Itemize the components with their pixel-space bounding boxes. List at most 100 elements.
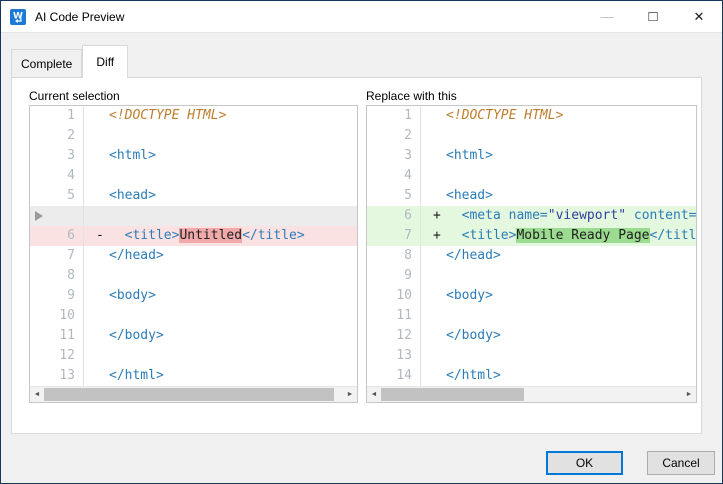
code-segment: name= bbox=[509, 208, 548, 223]
code-segment: </title> bbox=[242, 228, 305, 243]
code-line bbox=[84, 166, 357, 186]
code-segment bbox=[626, 208, 634, 223]
code-line: </body> bbox=[84, 326, 357, 346]
tab-diff[interactable]: Diff bbox=[82, 45, 128, 78]
code-segment: </html> bbox=[109, 368, 164, 383]
code-line bbox=[84, 126, 357, 146]
code-segment: <!DOCTYPE HTML> bbox=[446, 108, 563, 123]
code-line: <body> bbox=[84, 286, 357, 306]
line-number: 6 bbox=[367, 206, 421, 226]
code-segment: </head> bbox=[109, 248, 164, 263]
code-row: 14</html> bbox=[367, 366, 696, 386]
code-row: 10 bbox=[30, 306, 357, 326]
code-line bbox=[421, 266, 696, 286]
line-number: 11 bbox=[30, 326, 84, 346]
close-icon[interactable]: ✕ bbox=[676, 1, 722, 33]
line-number: 9 bbox=[367, 266, 421, 286]
scroll-right-icon[interactable]: ► bbox=[682, 387, 696, 402]
code-row: 6+ <meta name="viewport" content=" bbox=[367, 206, 696, 226]
line-number bbox=[30, 206, 84, 226]
code-segment: </html> bbox=[446, 368, 501, 383]
replace-with-code-panel[interactable]: 1<!DOCTYPE HTML>23<html>45<head>6+ <meta… bbox=[366, 105, 697, 403]
code-segment: Mobile Ready Page bbox=[516, 228, 649, 243]
code-rows: 1<!DOCTYPE HTML>23<html>45<head>6+ <meta… bbox=[367, 106, 696, 386]
code-segment bbox=[446, 228, 462, 243]
code-segment: <body> bbox=[109, 288, 156, 303]
code-line bbox=[84, 346, 357, 366]
code-line: <head> bbox=[84, 186, 357, 206]
code-segment: "viewport" bbox=[548, 208, 626, 223]
replace-with-label: Replace with this bbox=[366, 89, 457, 103]
tab-bar: Complete Diff bbox=[11, 45, 128, 78]
code-line: + <meta name="viewport" content=" bbox=[421, 206, 696, 226]
code-row: 2 bbox=[30, 126, 357, 146]
line-number: 6 bbox=[30, 226, 84, 246]
code-line: </head> bbox=[84, 246, 357, 266]
code-segment: <head> bbox=[446, 188, 493, 203]
code-line: <!DOCTYPE HTML> bbox=[421, 106, 696, 126]
maximize-icon[interactable]: □ bbox=[630, 1, 676, 33]
code-row: 12 bbox=[30, 346, 357, 366]
code-line bbox=[421, 126, 696, 146]
code-row: 13 </html> bbox=[30, 366, 357, 386]
diff-spacer-row bbox=[30, 206, 357, 226]
line-number: 12 bbox=[30, 346, 84, 366]
code-segment bbox=[501, 208, 509, 223]
code-line bbox=[84, 266, 357, 286]
horizontal-scrollbar[interactable]: ◄ ► bbox=[30, 386, 357, 402]
code-line: - <title>Untitled</title> bbox=[84, 226, 357, 246]
code-row: 8 bbox=[30, 266, 357, 286]
scrollbar-thumb[interactable] bbox=[44, 388, 334, 401]
code-segment: <meta bbox=[462, 208, 501, 223]
code-line bbox=[421, 346, 696, 366]
line-number: 9 bbox=[30, 286, 84, 306]
code-segment: content= bbox=[634, 208, 696, 223]
current-selection-code-panel[interactable]: 1<!DOCTYPE HTML>23<html>45<head>6- <titl… bbox=[29, 105, 358, 403]
line-number: 13 bbox=[30, 366, 84, 386]
code-row: 10<body> bbox=[367, 286, 696, 306]
code-row: 5<head> bbox=[367, 186, 696, 206]
code-row: 2 bbox=[367, 126, 696, 146]
code-line: <!DOCTYPE HTML> bbox=[84, 106, 357, 126]
ok-button[interactable]: OK bbox=[546, 451, 623, 475]
code-segment: </body> bbox=[109, 328, 164, 343]
scroll-left-icon[interactable]: ◄ bbox=[367, 387, 381, 402]
scroll-right-icon[interactable]: ► bbox=[343, 387, 357, 402]
code-segment: <html> bbox=[109, 148, 156, 163]
line-number: 1 bbox=[367, 106, 421, 126]
line-number: 2 bbox=[30, 126, 84, 146]
line-number: 7 bbox=[367, 226, 421, 246]
code-segment: </title> bbox=[650, 228, 696, 243]
code-segment: <!DOCTYPE HTML> bbox=[109, 108, 226, 123]
code-row: 4 bbox=[367, 166, 696, 186]
horizontal-scrollbar[interactable]: ◄ ► bbox=[367, 386, 696, 402]
code-row: 7+ <title>Mobile Ready Page</title> bbox=[367, 226, 696, 246]
code-segment: </head> bbox=[446, 248, 501, 263]
code-row: 6- <title>Untitled</title> bbox=[30, 226, 357, 246]
code-row: 8 </head> bbox=[367, 246, 696, 266]
minimize-icon[interactable]: — bbox=[584, 1, 630, 33]
code-segment: <title> bbox=[125, 228, 180, 243]
scrollbar-track[interactable] bbox=[44, 387, 343, 402]
code-line: </html> bbox=[84, 366, 357, 386]
line-number: 5 bbox=[30, 186, 84, 206]
code-segment bbox=[446, 208, 462, 223]
scrollbar-thumb[interactable] bbox=[381, 388, 524, 401]
code-row: 13 bbox=[367, 346, 696, 366]
scroll-left-icon[interactable]: ◄ bbox=[30, 387, 44, 402]
line-number: 8 bbox=[367, 246, 421, 266]
code-row: 1 <!DOCTYPE HTML> bbox=[367, 106, 696, 126]
title-bar: W AI Code Preview — □ ✕ bbox=[1, 1, 722, 33]
code-rows: 1<!DOCTYPE HTML>23<html>45<head>6- <titl… bbox=[30, 106, 357, 386]
code-row: 11 bbox=[367, 306, 696, 326]
tab-complete[interactable]: Complete bbox=[11, 49, 82, 78]
scrollbar-track[interactable] bbox=[381, 387, 682, 402]
code-segment: <html> bbox=[446, 148, 493, 163]
app-icon: W bbox=[10, 9, 26, 25]
line-number: 2 bbox=[367, 126, 421, 146]
cancel-button[interactable]: Cancel bbox=[647, 451, 715, 475]
line-number: 11 bbox=[367, 306, 421, 326]
line-number: 10 bbox=[367, 286, 421, 306]
current-selection-label: Current selection bbox=[29, 89, 120, 103]
code-segment bbox=[109, 228, 125, 243]
